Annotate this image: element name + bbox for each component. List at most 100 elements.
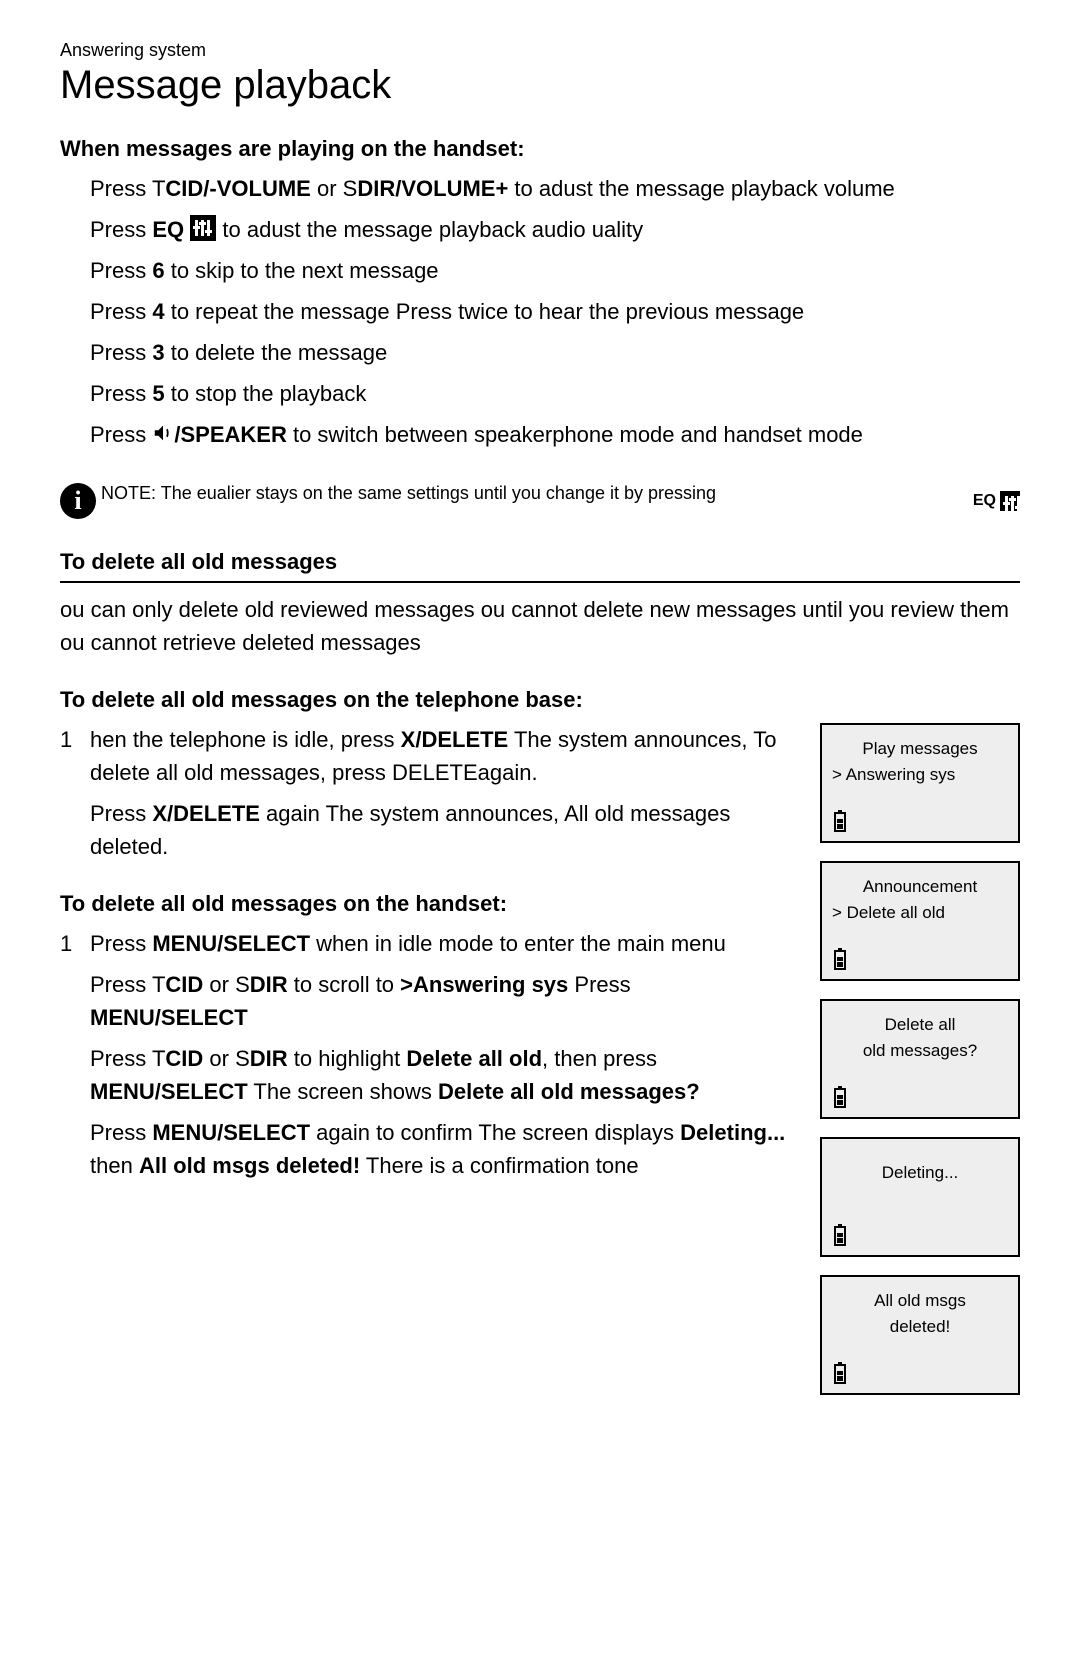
text: when in idle mode to enter the main menu bbox=[310, 931, 726, 956]
key-menu: MENU bbox=[152, 1120, 217, 1145]
text: to skip to the next message bbox=[165, 258, 439, 283]
key-dir: DIR bbox=[357, 176, 395, 201]
equalizer-icon bbox=[1000, 491, 1020, 511]
screen-line: Deleting... bbox=[832, 1151, 1008, 1185]
text: Press bbox=[90, 422, 152, 447]
step-handset-3: Press TCID or SDIR to highlight Delete a… bbox=[60, 1042, 810, 1108]
key-eq: EQ bbox=[152, 217, 184, 242]
handset-screen: Deleting... bbox=[820, 1137, 1020, 1257]
key-select: /SELECT bbox=[217, 1120, 310, 1145]
note-label: NOTE: bbox=[101, 483, 156, 503]
menu-item-answering-sys: >Answering sys bbox=[400, 972, 568, 997]
text: again The system announces, bbox=[260, 801, 564, 826]
note-row: i NOTE: The eualier stays on the same se… bbox=[60, 483, 1020, 519]
instruction-repeat: Press 4 to repeat the message Press twic… bbox=[90, 295, 1020, 328]
text: to switch between speakerphone mode and … bbox=[287, 422, 863, 447]
section-heading-playing: When messages are playing on the handset… bbox=[60, 136, 1020, 162]
screen-line: Delete all bbox=[832, 1013, 1008, 1037]
page-title: Message playback bbox=[60, 63, 1020, 108]
step-handset-4: Press MENU/SELECT again to confirm The s… bbox=[60, 1116, 810, 1182]
key-x-delete: X/DELETE bbox=[152, 801, 260, 826]
text: Press bbox=[90, 931, 152, 956]
screen-line: > Answering sys bbox=[832, 763, 1008, 787]
instruction-eq: Press EQ to adust the message playback a… bbox=[90, 213, 1020, 246]
eq-reference: EQ bbox=[973, 491, 1020, 511]
text: Press bbox=[90, 258, 152, 283]
screen-illustrations: Play messages > Answering sys Announceme… bbox=[820, 723, 1020, 1395]
subheading-base: To delete all old messages on the teleph… bbox=[60, 687, 1020, 713]
text: T bbox=[152, 176, 165, 201]
key-cid: CID bbox=[165, 1046, 203, 1071]
text: T bbox=[152, 1046, 165, 1071]
step-base-1: 1 hen the telephone is idle, press X/DEL… bbox=[60, 723, 810, 789]
divider bbox=[60, 581, 1020, 583]
delete-intro: ou can only delete old reviewed messages… bbox=[60, 593, 1020, 659]
text: hen the telephone is idle, press bbox=[90, 727, 401, 752]
key-dir: DIR bbox=[250, 1046, 288, 1071]
list-number: 1 bbox=[60, 723, 76, 789]
section-heading-delete-all: To delete all old messages bbox=[60, 549, 1020, 575]
step-handset-1: 1 Press MENU/SELECT when in idle mode to… bbox=[60, 927, 810, 960]
text: Press bbox=[90, 381, 152, 406]
screen-prompt: Delete all old messages? bbox=[438, 1079, 700, 1104]
text: Press bbox=[90, 1046, 152, 1071]
battery-icon bbox=[832, 809, 848, 833]
key-volume-up: /VOLUME+ bbox=[395, 176, 508, 201]
text: to highlight bbox=[288, 1046, 407, 1071]
text: to adust the message playback volume bbox=[508, 176, 894, 201]
step-base-2: Press X/DELETE again The system announce… bbox=[60, 797, 810, 863]
info-icon: i bbox=[60, 483, 96, 519]
instruction-speaker: Press /SPEAKER to switch between speaker… bbox=[90, 418, 1020, 453]
text: to repeat the message Press twice to hea… bbox=[165, 299, 805, 324]
text: Press bbox=[90, 1120, 152, 1145]
instruction-stop: Press 5 to stop the playback bbox=[90, 377, 1020, 410]
text: T bbox=[152, 972, 165, 997]
text: S bbox=[235, 1046, 250, 1071]
key-6: 6 bbox=[152, 258, 164, 283]
battery-icon bbox=[832, 1085, 848, 1109]
step-handset-2: Press TCID or SDIR to scroll to >Answeri… bbox=[60, 968, 810, 1034]
battery-icon bbox=[832, 1223, 848, 1247]
key-dir: DIR bbox=[250, 972, 288, 997]
subheading-handset: To delete all old messages on the handse… bbox=[60, 891, 810, 917]
list-number: 1 bbox=[60, 927, 76, 960]
text: or bbox=[311, 176, 343, 201]
key-volume-down: /-VOLUME bbox=[203, 176, 311, 201]
handset-screen: Announcement > Delete all old bbox=[820, 861, 1020, 981]
key-select: /SELECT bbox=[155, 1079, 248, 1104]
screen-text-deleted: All old msgs deleted! bbox=[139, 1153, 360, 1178]
text: to scroll to bbox=[288, 972, 400, 997]
key-menu: MENU bbox=[90, 1005, 155, 1030]
note-text: The eualier stays on the same settings u… bbox=[156, 483, 716, 503]
equalizer-icon bbox=[190, 215, 216, 241]
text: The system announces, bbox=[508, 727, 753, 752]
key-eq: EQ bbox=[973, 492, 996, 510]
battery-icon bbox=[832, 947, 848, 971]
text: again to confirm The screen displays bbox=[310, 1120, 680, 1145]
key-cid: CID bbox=[165, 176, 203, 201]
screen-line: All old msgs bbox=[832, 1289, 1008, 1313]
screen-line: > Delete all old bbox=[832, 901, 1008, 925]
speaker-icon bbox=[152, 420, 174, 453]
text: to delete the message bbox=[165, 340, 388, 365]
text: S bbox=[343, 176, 358, 201]
key-5: 5 bbox=[152, 381, 164, 406]
instruction-delete: Press 3 to delete the message bbox=[90, 336, 1020, 369]
text: Press bbox=[90, 972, 152, 997]
text: Press bbox=[90, 340, 152, 365]
key-4: 4 bbox=[152, 299, 164, 324]
key-menu: MENU/ bbox=[152, 931, 223, 956]
breadcrumb: Answering system bbox=[60, 40, 1020, 61]
text: , then press bbox=[542, 1046, 657, 1071]
text: There is a confirmation tone bbox=[360, 1153, 638, 1178]
screen-line: Announcement bbox=[832, 875, 1008, 899]
screen-line: deleted! bbox=[832, 1315, 1008, 1339]
key-cid: CID bbox=[165, 972, 203, 997]
instruction-volume: Press TCID/-VOLUME or SDIR/VOLUME+ to ad… bbox=[90, 172, 1020, 205]
screen-line: Play messages bbox=[832, 737, 1008, 761]
text: Press bbox=[90, 176, 152, 201]
screen-line: old messages? bbox=[832, 1039, 1008, 1063]
text: or bbox=[203, 1046, 235, 1071]
handset-screen: Play messages > Answering sys bbox=[820, 723, 1020, 843]
key-3: 3 bbox=[152, 340, 164, 365]
